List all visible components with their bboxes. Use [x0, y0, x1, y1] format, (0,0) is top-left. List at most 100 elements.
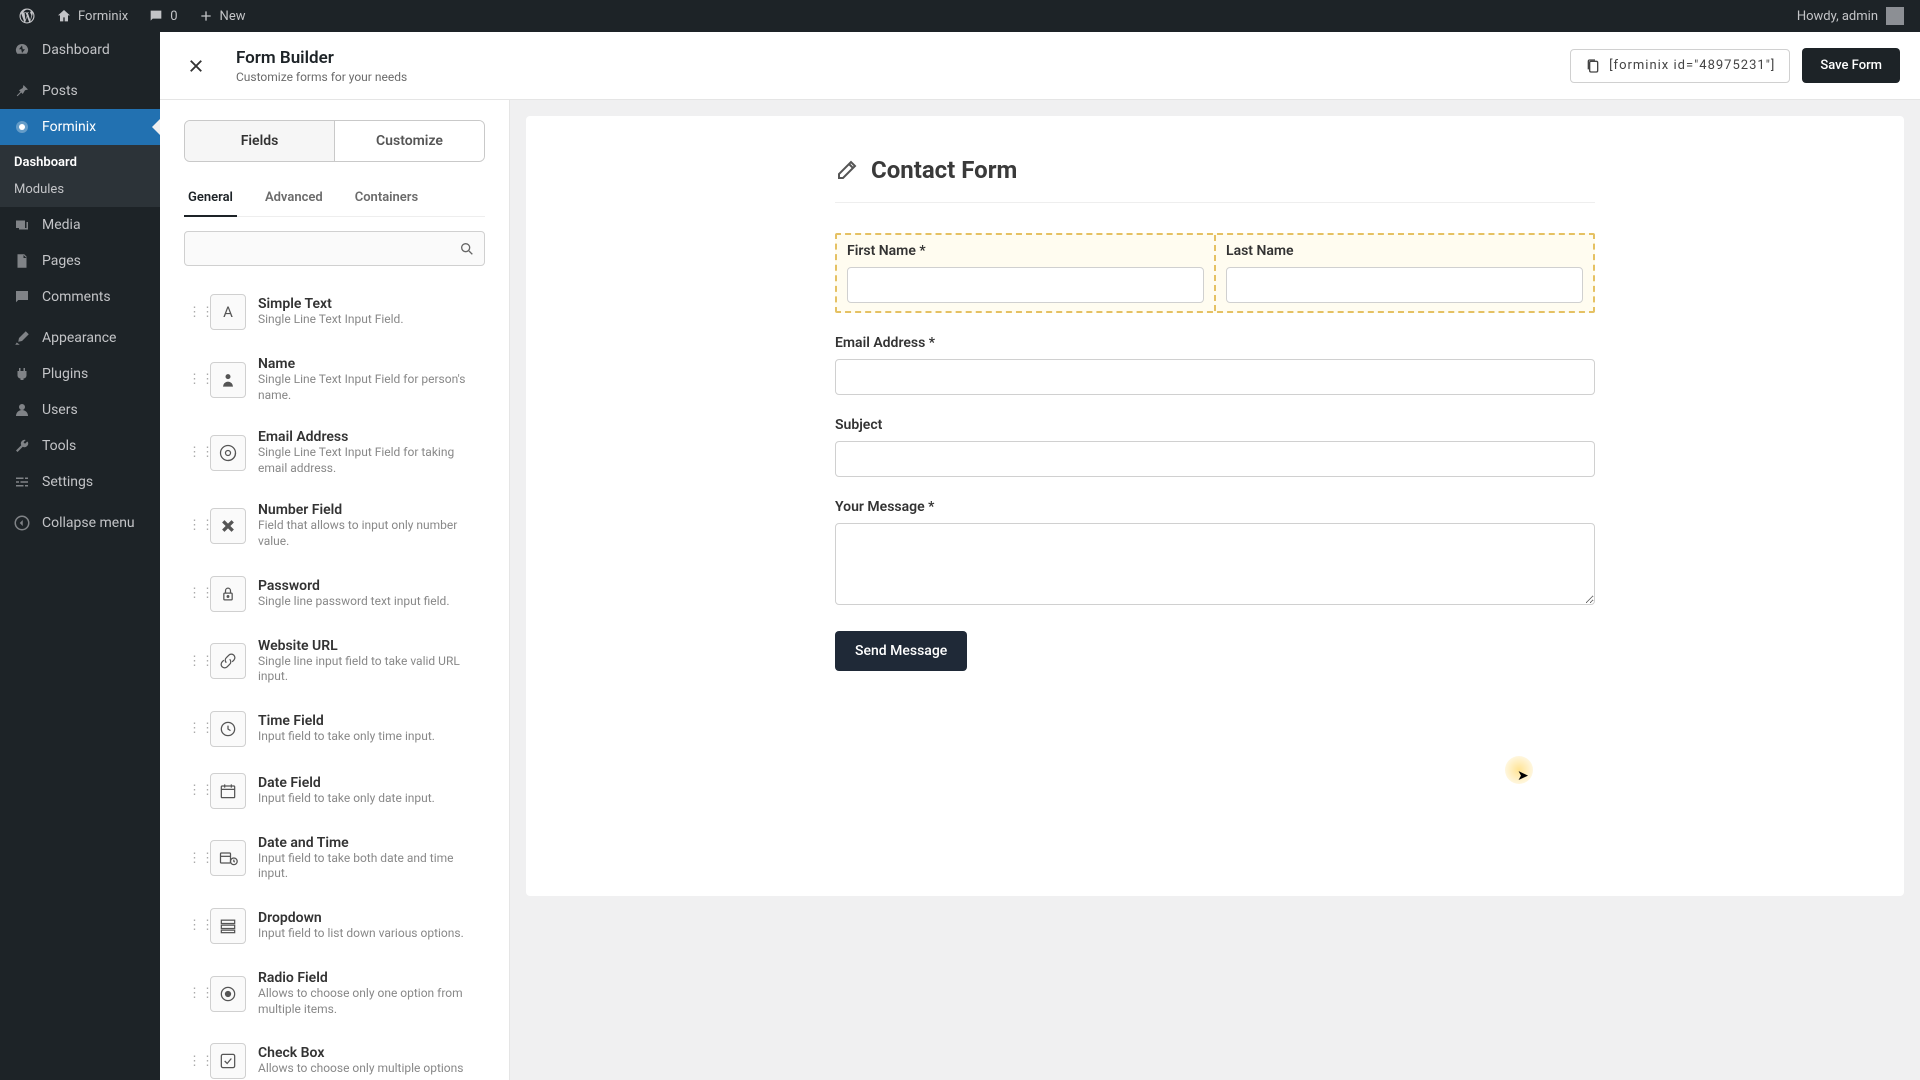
field-item[interactable]: ⋮⋮ Dropdown Input field to list down var… [184, 898, 485, 954]
field-type-icon [210, 576, 246, 612]
wrench-icon [12, 436, 32, 456]
subtab-advanced[interactable]: Advanced [261, 182, 327, 217]
input-message[interactable] [835, 523, 1595, 605]
drag-handle-icon[interactable]: ⋮⋮ [188, 1054, 198, 1069]
submit-button[interactable]: Send Message [835, 631, 967, 671]
field-title: Time Field [258, 713, 481, 729]
submenu-modules[interactable]: Modules [0, 176, 160, 203]
field-desc: Single line password text input field. [258, 594, 481, 610]
sidebar-item-media[interactable]: Media [0, 207, 160, 243]
field-item[interactable]: ⋮⋮ Date Field Input field to take only d… [184, 763, 485, 819]
field-desc: Input field to list down various options… [258, 926, 481, 942]
input-first-name[interactable] [847, 267, 1204, 303]
pin-icon [12, 81, 32, 101]
field-desc: Single line input field to take valid UR… [258, 654, 481, 685]
drag-handle-icon[interactable]: ⋮⋮ [188, 586, 198, 601]
tab-customize[interactable]: Customize [334, 121, 484, 161]
sidebar-item-plugins[interactable]: Plugins [0, 356, 160, 392]
form-title[interactable]: Contact Form [871, 156, 1017, 184]
shortcode-copy[interactable]: [forminix id="48975231"] [1570, 49, 1790, 83]
wordpress-icon [18, 7, 36, 25]
field-title: Radio Field [258, 970, 481, 986]
brush-icon [12, 328, 32, 348]
drag-handle-icon[interactable]: ⋮⋮ [188, 783, 198, 798]
sidebar-item-label: Forminix [42, 119, 96, 135]
account-menu[interactable]: Howdy, admin [1797, 7, 1912, 25]
sidebar-item-tools[interactable]: Tools [0, 428, 160, 464]
drag-handle-icon[interactable]: ⋮⋮ [188, 721, 198, 736]
field-item[interactable]: ⋮⋮ Number Field Field that allows to inp… [184, 492, 485, 559]
sidebar-item-dashboard[interactable]: Dashboard [0, 32, 160, 68]
wp-admin-sidebar: Dashboard Posts Forminix Dashboard Modul… [0, 32, 160, 1080]
sidebar-item-comments[interactable]: Comments [0, 279, 160, 315]
form-card: Contact Form First Name * Last Name Emai… [526, 116, 1904, 896]
save-button[interactable]: Save Form [1802, 48, 1900, 83]
field-desc: Field that allows to input only number v… [258, 518, 481, 549]
field-item[interactable]: ⋮⋮ A Simple Text Single Line Text Input … [184, 284, 485, 340]
comment-icon [148, 8, 164, 24]
form-row-subject[interactable]: Subject [835, 417, 1595, 477]
form-row-email[interactable]: Email Address * [835, 335, 1595, 395]
field-item[interactable]: ⋮⋮ Check Box Allows to choose only multi… [184, 1033, 485, 1080]
field-desc: Single Line Text Input Field. [258, 312, 481, 328]
drag-handle-icon[interactable]: ⋮⋮ [188, 918, 198, 933]
field-item[interactable]: ⋮⋮ Time Field Input field to take only t… [184, 701, 485, 757]
input-subject[interactable] [835, 441, 1595, 477]
form-row-name[interactable]: First Name * Last Name [835, 233, 1595, 313]
wp-logo[interactable] [8, 0, 46, 32]
collapse-icon [12, 513, 32, 533]
drag-handle-icon[interactable]: ⋮⋮ [188, 654, 198, 669]
drag-handle-icon[interactable]: ⋮⋮ [188, 445, 198, 460]
sidebar-item-posts[interactable]: Posts [0, 73, 160, 109]
subtab-containers[interactable]: Containers [351, 182, 422, 217]
field-list: ⋮⋮ A Simple Text Single Line Text Input … [184, 284, 485, 1080]
sidebar-item-label: Pages [42, 253, 81, 269]
field-item[interactable]: ⋮⋮ Email Address Single Line Text Input … [184, 419, 485, 486]
tab-fields[interactable]: Fields [185, 121, 334, 161]
field-type-icon [210, 362, 246, 398]
field-item[interactable]: ⋮⋮ Name Single Line Text Input Field for… [184, 346, 485, 413]
submenu-dashboard[interactable]: Dashboard [0, 149, 160, 176]
search-input[interactable] [184, 231, 485, 266]
drag-handle-icon[interactable]: ⋮⋮ [188, 851, 198, 866]
sidebar-item-label: Settings [42, 474, 93, 490]
sidebar-item-label: Collapse menu [42, 515, 135, 531]
sidebar-item-forminix[interactable]: Forminix [0, 109, 160, 145]
field-type-icon [210, 908, 246, 944]
sidebar-item-pages[interactable]: Pages [0, 243, 160, 279]
field-desc: Input field to take only date input. [258, 791, 481, 807]
label-last-name: Last Name [1226, 243, 1583, 259]
input-last-name[interactable] [1226, 267, 1583, 303]
field-title: Check Box [258, 1045, 481, 1061]
field-desc: Input field to take only time input. [258, 729, 481, 745]
field-title: Email Address [258, 429, 481, 445]
media-icon [12, 215, 32, 235]
sidebar-item-collapse[interactable]: Collapse menu [0, 505, 160, 541]
site-name-link[interactable]: Forminix [46, 0, 138, 32]
site-name: Forminix [78, 9, 128, 24]
field-item[interactable]: ⋮⋮ Website URL Single line input field t… [184, 628, 485, 695]
sidebar-item-appearance[interactable]: Appearance [0, 320, 160, 356]
field-item[interactable]: ⋮⋮ Password Single line password text in… [184, 566, 485, 622]
field-item[interactable]: ⋮⋮ Date and Time Input field to take bot… [184, 825, 485, 892]
drag-handle-icon[interactable]: ⋮⋮ [188, 518, 198, 533]
sidebar-item-label: Dashboard [42, 42, 110, 58]
close-button[interactable] [180, 50, 212, 82]
drag-handle-icon[interactable]: ⋮⋮ [188, 305, 198, 320]
new-label: New [220, 9, 246, 24]
drag-handle-icon[interactable]: ⋮⋮ [188, 986, 198, 1001]
comments-link[interactable]: 0 [138, 0, 187, 32]
input-email[interactable] [835, 359, 1595, 395]
field-item[interactable]: ⋮⋮ Radio Field Allows to choose only one… [184, 960, 485, 1027]
sidebar-item-users[interactable]: Users [0, 392, 160, 428]
new-link[interactable]: New [188, 0, 256, 32]
page-subtitle: Customize forms for your needs [236, 70, 1570, 84]
field-title: Date and Time [258, 835, 481, 851]
field-desc: Allows to choose only one option from mu… [258, 986, 481, 1017]
sidebar-item-settings[interactable]: Settings [0, 464, 160, 500]
field-desc: Single Line Text Input Field for person'… [258, 372, 481, 403]
subtab-general[interactable]: General [184, 182, 237, 217]
comments-icon [12, 287, 32, 307]
form-row-message[interactable]: Your Message * [835, 499, 1595, 609]
drag-handle-icon[interactable]: ⋮⋮ [188, 372, 198, 387]
